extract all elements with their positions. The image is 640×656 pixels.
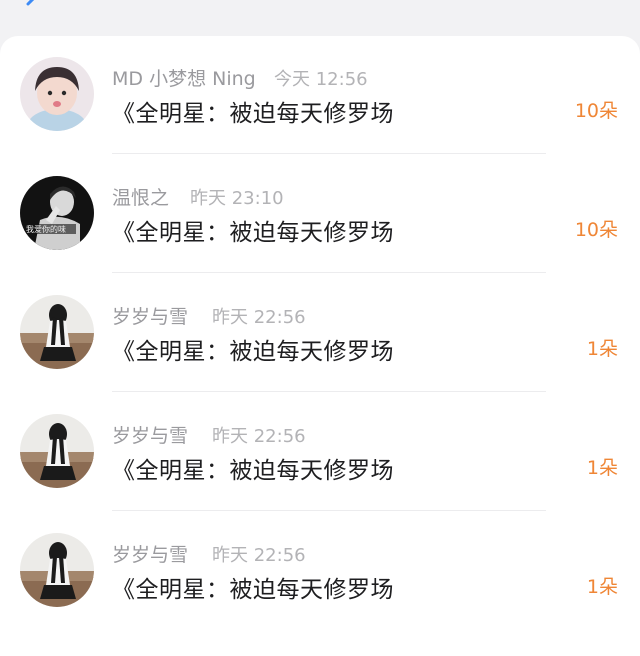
avatar[interactable] [20,295,94,369]
gift-count: 1朵 [586,338,618,360]
divider [112,510,546,511]
book-title[interactable]: 《全明星：被迫每天修罗场 [112,332,394,366]
gift-count: 10朵 [574,219,618,241]
gift-count: 1朵 [586,576,618,598]
top-bar [0,0,640,30]
list-item[interactable]: 我爱你的味 温恨之 昨天 23:10 《全明星：被迫每天修罗场 10朵 [0,155,640,273]
book-title[interactable]: 《全明星：被迫每天修罗场 [112,570,394,604]
book-title[interactable]: 《全明星：被迫每天修罗场 [112,213,394,247]
sender-name[interactable]: 岁岁与雪 [112,540,188,567]
avatar[interactable] [20,414,94,488]
gift-count: 10朵 [574,100,618,122]
sender-name[interactable]: 岁岁与雪 [112,421,188,448]
list-item[interactable]: 岁岁与雪 昨天 22:56 《全明星：被迫每天修罗场 1朵 [0,274,640,392]
gift-count: 1朵 [586,457,618,479]
avatar[interactable] [20,57,94,131]
send-time: 昨天 22:56 [212,545,306,566]
sender-name[interactable]: MD 小梦想 Ning [112,64,256,91]
divider [112,391,546,392]
sender-name[interactable]: 温恨之 [112,183,169,210]
list-item[interactable]: MD 小梦想 Ning 今天 12:56 《全明星：被迫每天修罗场 10朵 [0,36,640,154]
avatar[interactable]: 我爱你的味 [20,176,94,250]
send-time: 今天 12:56 [274,69,368,90]
send-time: 昨天 22:56 [212,307,306,328]
svg-text:我爱你的味: 我爱你的味 [26,224,66,234]
divider [112,272,546,273]
avatar[interactable] [20,533,94,607]
chevron-left-icon[interactable] [18,0,48,18]
send-time: 昨天 22:56 [212,426,306,447]
list-item[interactable]: 岁岁与雪 昨天 22:56 《全明星：被迫每天修罗场 1朵 [0,512,640,630]
sender-name[interactable]: 岁岁与雪 [112,302,188,329]
send-time: 昨天 23:10 [190,188,284,209]
divider [112,153,546,154]
gift-list: MD 小梦想 Ning 今天 12:56 《全明星：被迫每天修罗场 10朵 我爱… [0,36,640,656]
list-item[interactable]: 岁岁与雪 昨天 22:56 《全明星：被迫每天修罗场 1朵 [0,393,640,511]
book-title[interactable]: 《全明星：被迫每天修罗场 [112,94,394,128]
book-title[interactable]: 《全明星：被迫每天修罗场 [112,451,394,485]
